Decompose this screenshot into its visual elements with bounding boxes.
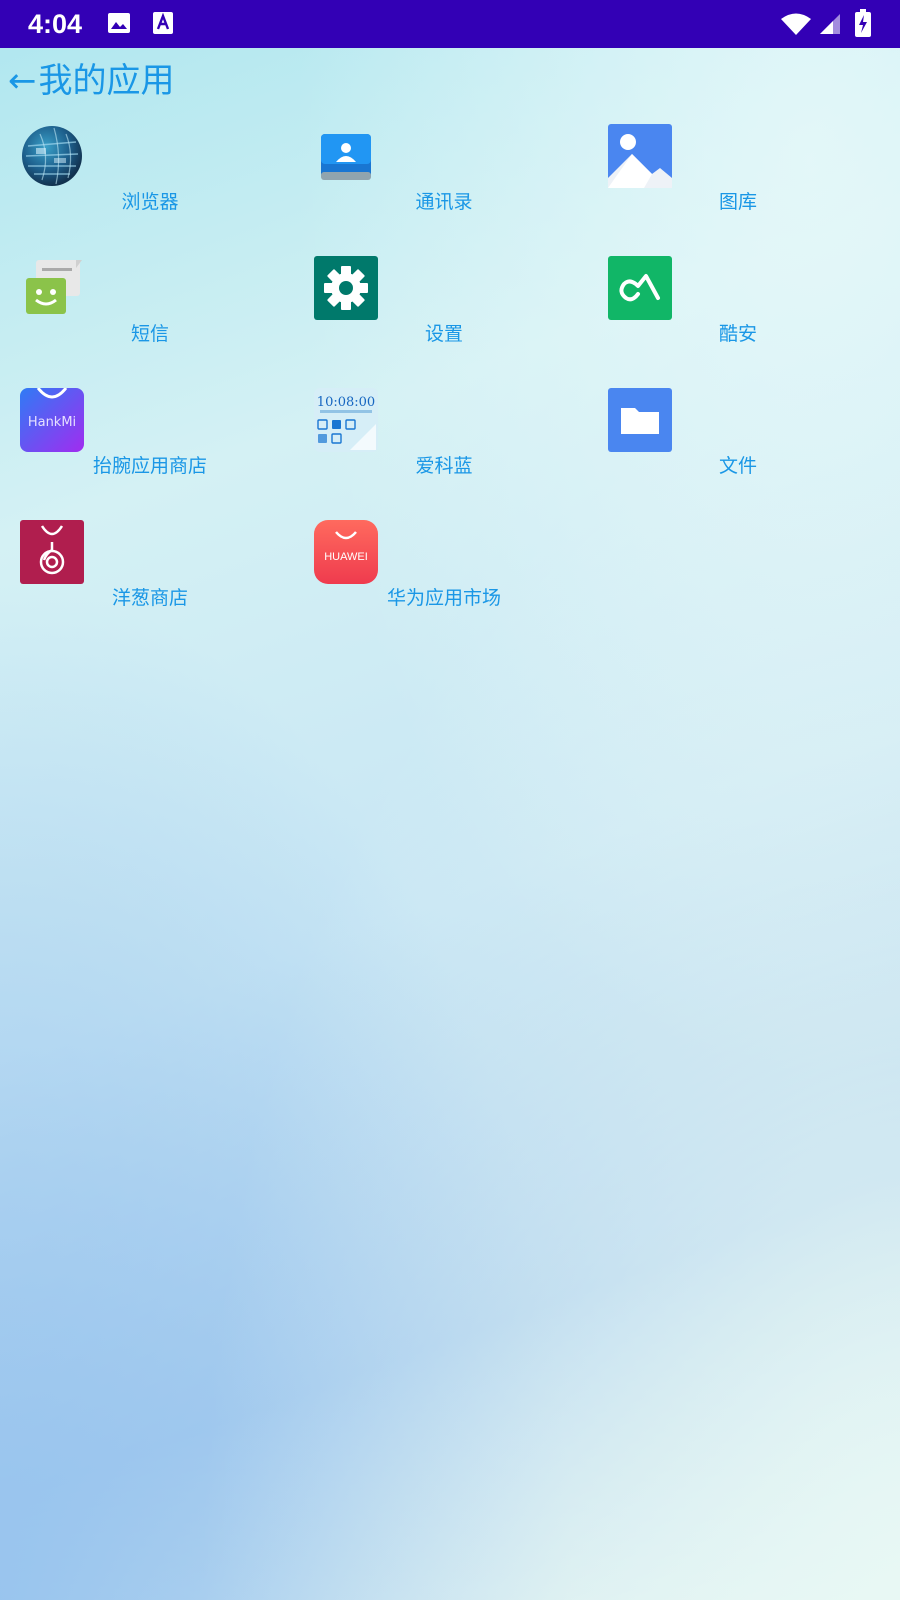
cell-signal-icon bbox=[820, 14, 840, 34]
contacts-icon bbox=[321, 134, 371, 180]
gallery-icon bbox=[608, 124, 672, 188]
settings-gear-icon bbox=[314, 256, 378, 320]
app-label: 浏览器 bbox=[121, 191, 179, 213]
huawei-appgallery-icon: HUAWEI bbox=[314, 520, 378, 584]
app-browser[interactable]: 浏览器 bbox=[0, 124, 300, 244]
app-label: 爱科蓝 bbox=[415, 455, 473, 477]
status-time: 4:04 bbox=[28, 9, 83, 39]
status-bar: 4:04 bbox=[0, 0, 900, 48]
app-label: 通讯录 bbox=[415, 191, 473, 213]
app-onion-store[interactable]: 洋葱商店 bbox=[0, 520, 300, 640]
back-arrow-button[interactable]: ← bbox=[8, 56, 37, 106]
wifi-icon bbox=[781, 13, 811, 35]
page-title: 我的应用 bbox=[38, 61, 175, 101]
coolapk-icon bbox=[608, 256, 672, 320]
browser-globe-icon bbox=[22, 126, 82, 186]
svg-text:10:08:00: 10:08:00 bbox=[317, 395, 375, 410]
font-a-icon bbox=[153, 12, 173, 34]
app-messaging[interactable]: 短信 bbox=[0, 256, 300, 376]
app-label: 设置 bbox=[424, 323, 463, 345]
messaging-icon bbox=[26, 260, 82, 314]
image-icon bbox=[108, 13, 130, 33]
app-label: 酷安 bbox=[718, 323, 757, 345]
app-label: 华为应用市场 bbox=[386, 587, 501, 609]
app-files[interactable]: 文件 bbox=[588, 388, 888, 508]
app-label: 文件 bbox=[718, 455, 757, 477]
app-aikelan[interactable]: 10:08:00 爱科蓝 bbox=[294, 388, 594, 508]
app-label: 图库 bbox=[718, 191, 757, 213]
svg-text:HankMi: HankMi bbox=[28, 415, 76, 430]
app-huawei-appgallery[interactable]: HUAWEI 华为应用市场 bbox=[294, 520, 594, 640]
app-label: 短信 bbox=[130, 323, 169, 345]
app-coolapk[interactable]: 酷安 bbox=[588, 256, 888, 376]
app-label: 洋葱商店 bbox=[111, 587, 188, 609]
files-folder-icon bbox=[608, 388, 672, 452]
watchface-icon: 10:08:00 bbox=[314, 388, 378, 452]
app-label: 抬腕应用商店 bbox=[92, 455, 207, 477]
app-gallery[interactable]: 图库 bbox=[588, 124, 888, 244]
app-hankmi-store[interactable]: HankMi 抬腕应用商店 bbox=[0, 388, 300, 508]
svg-text:HUAWEI: HUAWEI bbox=[324, 551, 368, 563]
onion-store-icon bbox=[20, 520, 84, 584]
hankmi-store-icon: HankMi bbox=[20, 388, 84, 452]
battery-charging-icon bbox=[855, 9, 871, 37]
app-settings[interactable]: 设置 bbox=[294, 256, 594, 376]
app-contacts[interactable]: 通讯录 bbox=[294, 124, 594, 244]
page-header: ← 我的应用 bbox=[8, 56, 175, 106]
